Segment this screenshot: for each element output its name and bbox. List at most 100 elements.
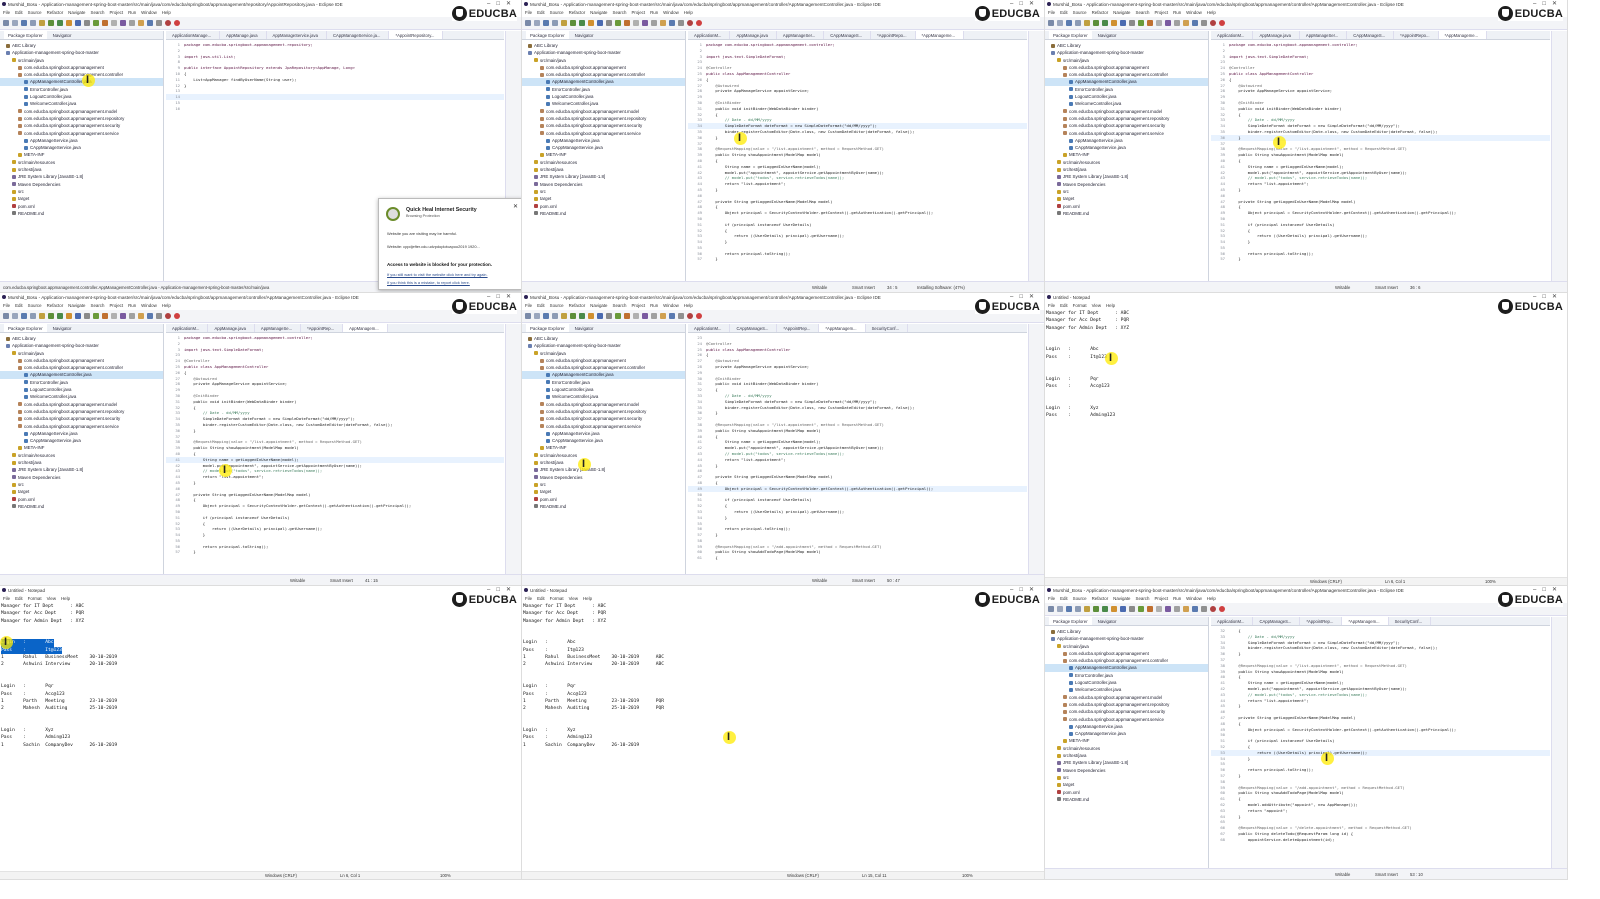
tree-item[interactable]: Maven Dependencies — [0, 474, 163, 481]
tab-navigator[interactable]: Navigator — [1098, 31, 1117, 39]
toolbar-icon[interactable] — [1147, 20, 1153, 26]
tree-item[interactable]: pom.xml — [522, 496, 685, 503]
toolbar-icon[interactable] — [1075, 20, 1081, 26]
tree-item[interactable]: src/main/java — [522, 350, 685, 357]
tree-item[interactable]: com.educba.springboot.appmanagement.serv… — [0, 130, 163, 137]
toolbar-icon[interactable] — [624, 20, 630, 26]
tree-item[interactable]: JRE System Library [JavaSE-1.8] — [0, 466, 163, 473]
tree-item[interactable]: JRE System Library [JavaSE-1.8] — [0, 173, 163, 180]
menu-item-edit[interactable]: Edit — [1060, 9, 1068, 17]
tree-item[interactable]: src/main/java — [522, 57, 685, 64]
toolbar-icon[interactable] — [597, 20, 603, 26]
tree-item[interactable]: com.educba.springboot.appmanagement.repo… — [1045, 701, 1208, 708]
toolbar-icon[interactable] — [174, 313, 180, 319]
toolbar-icon[interactable] — [534, 20, 540, 26]
tree-item[interactable]: com.educba.springboot.appmanagement.secu… — [1045, 122, 1208, 129]
tree-item[interactable]: AppManagementController.java — [0, 78, 163, 86]
tree-item[interactable]: Application-management-spring-boot-maste… — [0, 342, 163, 349]
code-area[interactable]: 1 package com.educba.springboot.appmanage… — [1211, 40, 1550, 262]
tree-item[interactable]: src — [0, 481, 163, 488]
tree-item[interactable]: ABC Library — [1045, 42, 1208, 49]
menu-item-navigate[interactable]: Navigate — [1113, 9, 1130, 17]
tree-item[interactable]: AppManagementController.java — [1045, 78, 1208, 86]
tree-item[interactable]: META-INF — [1045, 737, 1208, 744]
menu-item-refactor[interactable]: Refactor — [47, 9, 64, 17]
tree-item[interactable]: src/main/resources — [0, 159, 163, 166]
tree-item[interactable]: src/main/java — [0, 57, 163, 64]
editor-tab[interactable]: *AppManageme... — [915, 31, 965, 39]
editor-tab[interactable]: AppManage.java — [1253, 31, 1300, 39]
menu-item-help[interactable]: Help — [162, 9, 171, 17]
toolbar-icon[interactable] — [111, 313, 117, 319]
editor-tab[interactable]: ApplicationManage... — [166, 31, 221, 39]
tree-item[interactable]: com.educba.springboot.appmanagement — [0, 64, 163, 71]
tree-item[interactable]: target — [0, 195, 163, 202]
tree-item[interactable]: ErrorController.java — [522, 379, 685, 386]
tree-item[interactable]: ABC Library — [522, 335, 685, 342]
toolbar-icon[interactable] — [84, 20, 90, 26]
toolbar-icon[interactable] — [687, 20, 693, 26]
tab-package-explorer[interactable]: Package Explorer — [4, 324, 47, 332]
toolbar-icon[interactable] — [615, 20, 621, 26]
tree-item[interactable]: README.md — [522, 210, 685, 217]
editor-tab[interactable]: *AppManagem... — [1342, 617, 1389, 625]
tab-package-explorer[interactable]: Package Explorer — [4, 31, 47, 39]
toolbar-icon[interactable] — [93, 20, 99, 26]
tab-navigator[interactable]: Navigator — [575, 324, 594, 332]
toolbar-icon[interactable] — [48, 313, 54, 319]
toolbar-icon[interactable] — [1066, 20, 1072, 26]
tree-item[interactable]: src/main/resources — [0, 452, 163, 459]
notepad-text-area[interactable]: Manager for IT Dept : ABC Manager for Acc… — [1046, 310, 1129, 419]
toolbar-icon[interactable] — [93, 313, 99, 319]
menu-item-help[interactable]: Help — [583, 595, 592, 603]
toolbar-icon[interactable] — [1102, 606, 1108, 612]
tree-item[interactable]: AppManagementController.java — [522, 371, 685, 379]
editor-tab[interactable]: *AppointRep... — [1300, 617, 1343, 625]
tree-item[interactable]: src/main/resources — [522, 159, 685, 166]
code-area[interactable]: 1 package com.educba.springboot.appmanage… — [166, 40, 504, 112]
toolbar-icon[interactable] — [120, 313, 126, 319]
tree-item[interactable]: com.educba.springboot.appmanagement.mode… — [0, 108, 163, 115]
toolbar-icon[interactable] — [624, 313, 630, 319]
toolbar-icon[interactable] — [534, 313, 540, 319]
close-icon[interactable]: ✕ — [513, 203, 518, 210]
toolbar-icon[interactable] — [642, 313, 648, 319]
menu-item-format[interactable]: Format — [550, 595, 564, 603]
tree-item[interactable]: com.educba.springboot.appmanagement.secu… — [1045, 708, 1208, 715]
toolbar-icon[interactable] — [1192, 20, 1198, 26]
toolbar-icon[interactable] — [84, 313, 90, 319]
toolbar-icon[interactable] — [1174, 606, 1180, 612]
menu-item-refactor[interactable]: Refactor — [1092, 595, 1109, 603]
toolbar-icon[interactable] — [1057, 20, 1063, 26]
menu-item-file[interactable]: File — [1048, 302, 1055, 310]
tree-item[interactable]: LogoutController.java — [522, 93, 685, 100]
toolbar-icon[interactable] — [129, 313, 135, 319]
menu-item-view[interactable]: View — [47, 595, 56, 603]
menu-item-search[interactable]: Search — [91, 9, 105, 17]
menu-item-help[interactable]: Help — [684, 302, 693, 310]
tree-item[interactable]: pom.xml — [1045, 789, 1208, 796]
menu-item-search[interactable]: Search — [613, 302, 627, 310]
tab-navigator[interactable]: Navigator — [575, 31, 594, 39]
menu-item-project[interactable]: Project — [631, 302, 645, 310]
menu-item-project[interactable]: Project — [1154, 595, 1168, 603]
menu-item-help[interactable]: Help — [684, 9, 693, 17]
tree-item[interactable]: com.educba.springboot.appmanagement — [522, 64, 685, 71]
menu-item-help[interactable]: Help — [1106, 302, 1115, 310]
tree-item[interactable]: com.educba.springboot.appmanagement.secu… — [522, 415, 685, 422]
tree-item[interactable]: CAppManageService.java — [522, 144, 685, 151]
toolbar-icon[interactable] — [1129, 20, 1135, 26]
editor-tab[interactable]: AppManageService.java — [267, 31, 327, 39]
toolbar-icon[interactable] — [525, 20, 531, 26]
editor-tab[interactable]: AppManagem... — [343, 324, 388, 332]
tree-item[interactable]: WelcomeController.java — [1045, 100, 1208, 107]
tree-item[interactable]: README.md — [0, 210, 163, 217]
tree-item[interactable]: Application-management-spring-boot-maste… — [522, 49, 685, 56]
menu-item-view[interactable]: View — [569, 595, 578, 603]
tree-item[interactable]: WelcomeController.java — [522, 393, 685, 400]
menu-item-help[interactable]: Help — [162, 302, 171, 310]
tree-item[interactable]: LogoutController.java — [0, 386, 163, 393]
tree-item[interactable]: com.educba.springboot.appmanagement.cont… — [1045, 71, 1208, 78]
toolbar-icon[interactable] — [606, 20, 612, 26]
toolbar-icon[interactable] — [1111, 606, 1117, 612]
